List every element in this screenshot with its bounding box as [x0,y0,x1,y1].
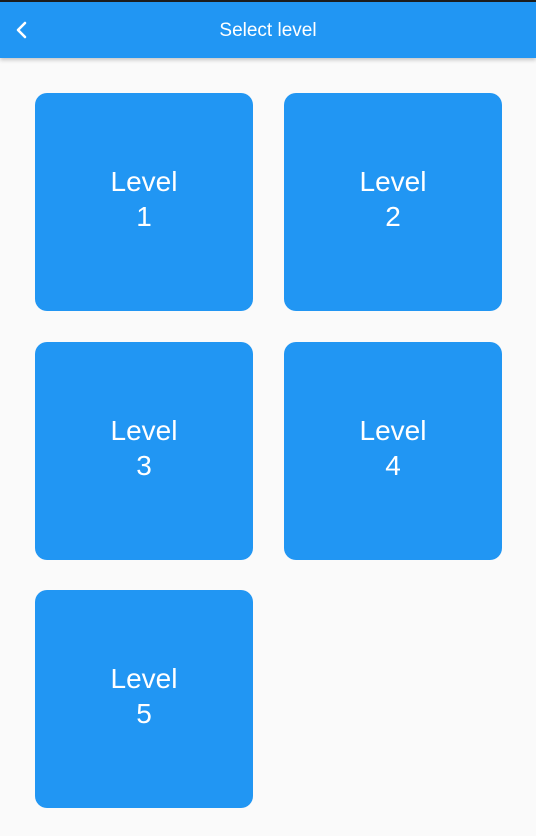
level-3-button[interactable]: Level 3 [35,342,253,560]
level-word: Level [359,166,427,197]
level-word: Level [110,166,178,197]
level-4-label: Level 4 [360,413,427,483]
level-2-label: Level 2 [360,164,427,234]
page-title: Select level [219,20,317,41]
level-3-label: Level 3 [111,413,178,483]
level-select-screen: Select level Level 1 Level 2 Level 3 Lev… [0,0,536,836]
level-number: 3 [136,450,152,481]
level-1-button[interactable]: Level 1 [35,93,253,311]
level-number: 1 [136,201,152,232]
app-bar: Select level [0,2,536,58]
level-2-button[interactable]: Level 2 [284,93,502,311]
level-5-button[interactable]: Level 5 [35,590,253,808]
level-number: 5 [136,698,152,729]
level-5-label: Level 5 [111,661,178,731]
level-number: 4 [385,450,401,481]
level-word: Level [359,415,427,446]
level-1-label: Level 1 [111,164,178,234]
level-4-button[interactable]: Level 4 [284,342,502,560]
level-word: Level [110,415,178,446]
level-word: Level [110,663,178,694]
level-number: 2 [385,201,401,232]
